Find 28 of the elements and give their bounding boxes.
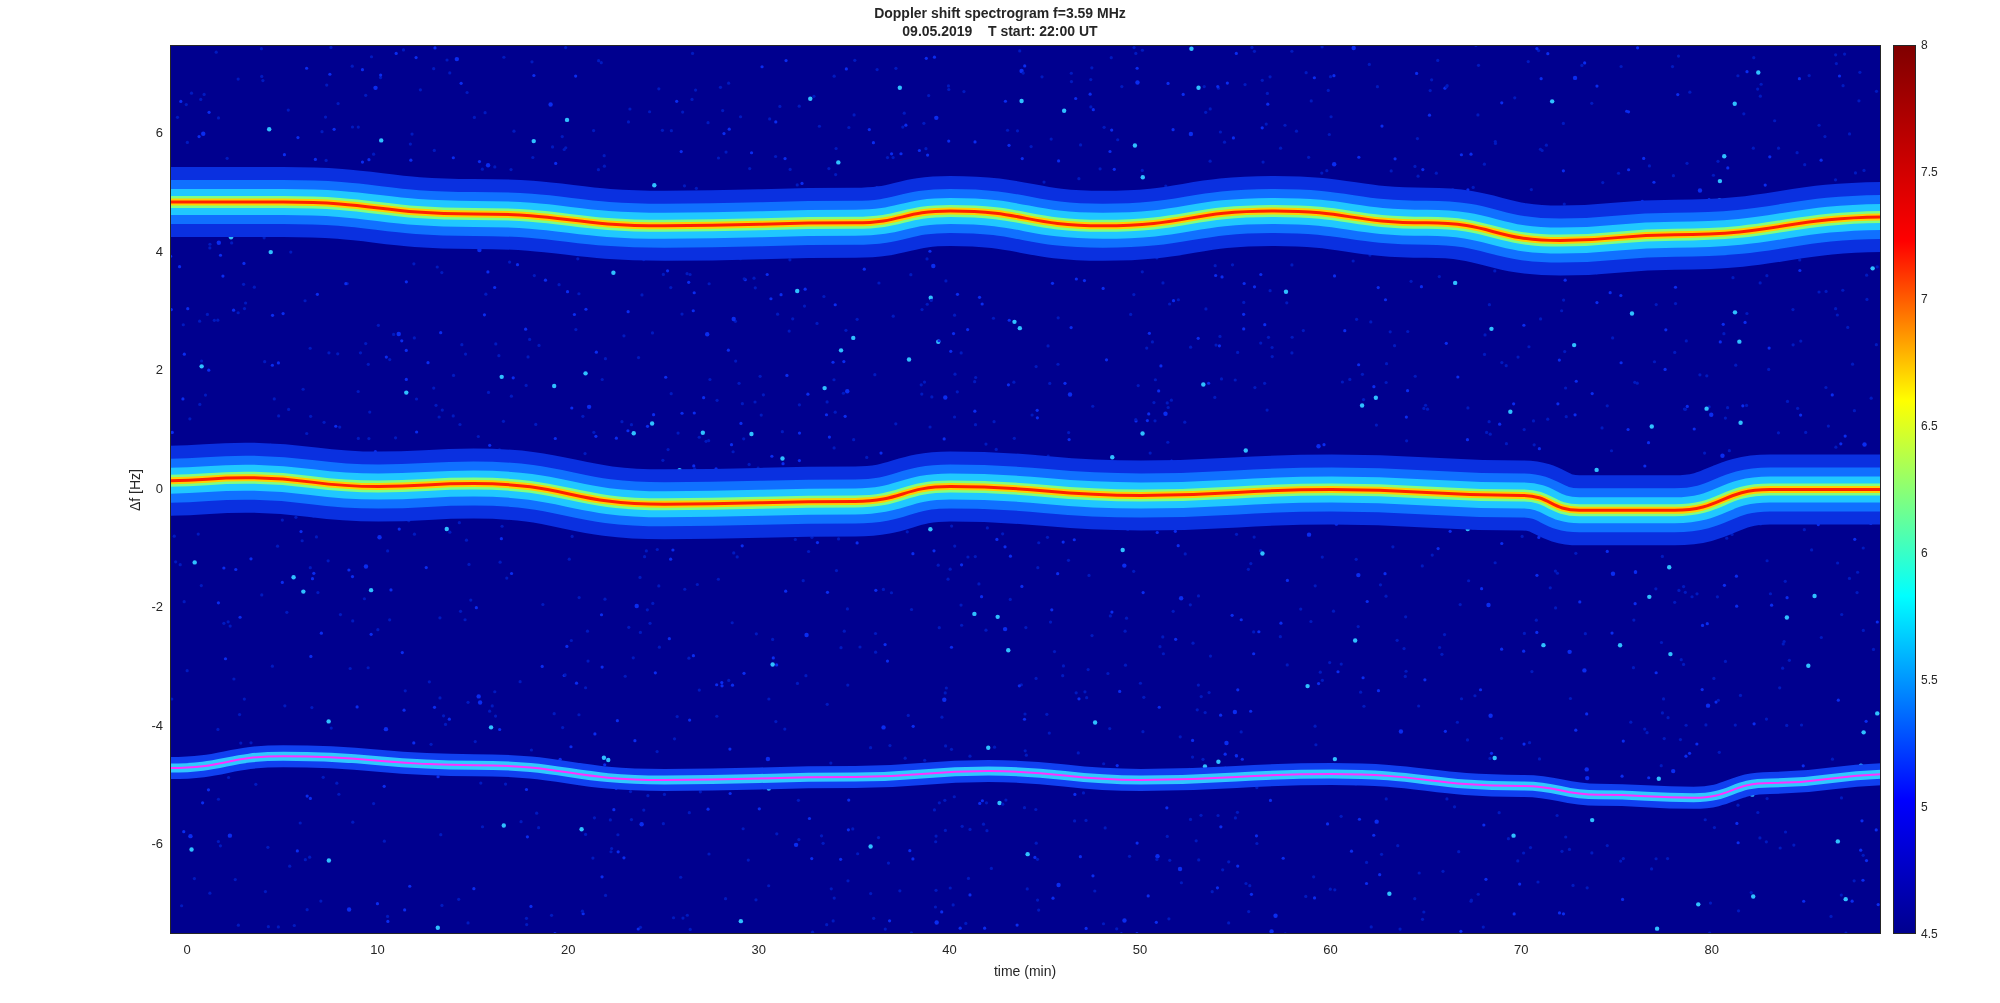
colorbar-tick-label: 6.5 (1921, 419, 1938, 433)
y-axis-tick-label: 0 (154, 480, 163, 497)
x-axis-tick-label: 40 (942, 942, 957, 958)
x-axis-tick-label: 80 (1704, 942, 1720, 958)
x-axis-tick-label: 50 (1132, 942, 1148, 958)
x-axis-label: time (min) (993, 963, 1057, 980)
colorbar-tick-label: 7 (1921, 292, 1928, 306)
colorbar-tick-label: 5.5 (1921, 673, 1938, 687)
x-axis-tick-label: 10 (370, 942, 385, 958)
figure-title: Doppler shift spectrogram f=3.59 MHz (874, 4, 1126, 22)
y-axis-tick-label: -6 (150, 836, 163, 853)
y-axis-tick-label: 2 (154, 362, 163, 379)
x-axis-tick-label: 60 (1323, 942, 1338, 958)
y-axis-tick-label: -2 (150, 599, 163, 616)
colorbar-tick-label: 8 (1921, 38, 1928, 52)
figure-title: 09.05.2019 T start: 22:00 UT (902, 22, 1098, 40)
x-axis-tick-label: 70 (1513, 942, 1529, 958)
colorbar-tick-label: 7.5 (1921, 165, 1938, 179)
colorbar-tick-label: 6 (1921, 546, 1928, 560)
y-axis-tick-label: 4 (154, 243, 163, 260)
x-axis-tick-label: 0 (183, 942, 191, 958)
y-axis-label: Δf [Hz] (126, 469, 144, 511)
colorbar-tick-label: 4.5 (1921, 927, 1938, 941)
y-axis-tick-label: 6 (154, 125, 163, 141)
y-axis-tick-label: -4 (150, 717, 163, 734)
x-axis-tick-label: 20 (560, 942, 576, 958)
colorbar-tick-label: 5 (1921, 800, 1928, 814)
x-axis-tick-label: 30 (751, 942, 767, 958)
